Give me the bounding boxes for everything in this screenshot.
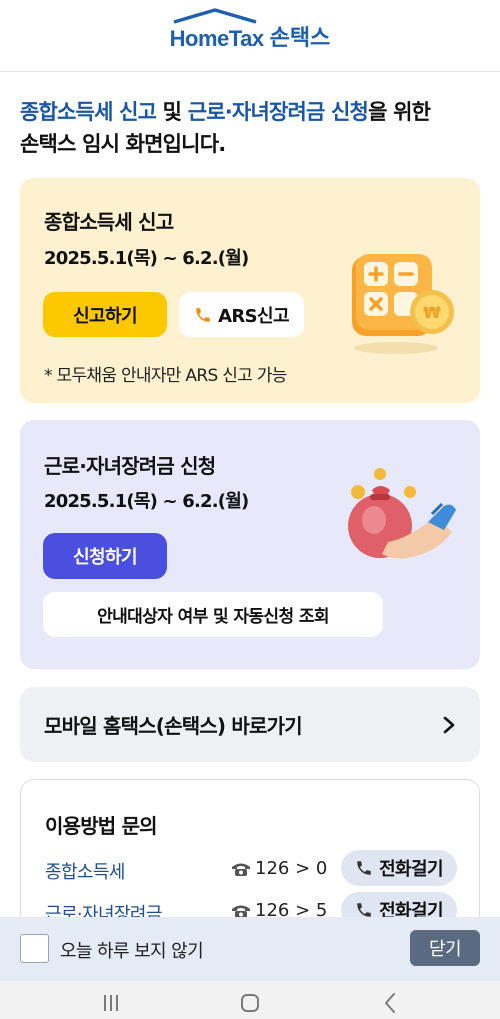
inquiry-row-label: 종합소득세 xyxy=(45,862,125,883)
inquiry-title: 이용방법 문의 xyxy=(45,814,158,838)
back-button[interactable] xyxy=(370,987,410,1017)
inquiry-row-number: 126 > 0 xyxy=(231,858,327,879)
back-icon xyxy=(385,993,395,1013)
hometax-logo[interactable]: HomeTax 손택스 xyxy=(169,7,331,52)
home-icon xyxy=(241,994,259,1012)
recent-apps-button[interactable] xyxy=(91,987,131,1017)
calculator-coin-illustration: ₩ xyxy=(352,254,454,354)
intro-income-tax: 종합소득세 신고 xyxy=(20,100,157,124)
phone-icon xyxy=(357,861,371,875)
roof-icon xyxy=(173,7,257,24)
income-tax-card: 종합소득세 신고 2025.5.1(목) ~ 6.2.(월) 신고하기 ARS신… xyxy=(20,178,480,403)
money-bag-hand-illustration xyxy=(348,468,456,559)
ars-note: * 모두채움 안내자만 ARS 신고 가능 xyxy=(44,366,287,386)
income-tax-title: 종합소득세 신고 xyxy=(44,210,174,234)
incentive-date: 2025.5.1(목) ~ 6.2.(월) xyxy=(44,491,249,512)
incentive-title: 근로·자녀장려금 신청 xyxy=(44,454,216,478)
home-button[interactable] xyxy=(230,987,270,1017)
intro-text: 종합소득세 신고 및 근로·자녀장려금 신청을 위한 손택스 임시 화면입니다. xyxy=(20,96,480,160)
chevron-right-icon xyxy=(443,716,455,733)
call-label: 전화걸기 xyxy=(379,859,443,880)
menu-icon xyxy=(104,995,118,1011)
eligibility-lookup-button[interactable]: 안내대상자 여부 및 자동신청 조회 xyxy=(43,592,383,637)
logo-korean: 손택스 xyxy=(269,25,331,51)
apply-button[interactable]: 신청하기 xyxy=(43,533,167,579)
system-navigation-bar xyxy=(0,981,500,1019)
intro-and: 및 xyxy=(156,100,188,124)
ars-label: ARS신고 xyxy=(218,305,289,327)
dont-show-today-checkbox[interactable] xyxy=(20,934,49,963)
telephone-icon xyxy=(232,863,250,876)
income-tax-date: 2025.5.1(목) ~ 6.2.(월) xyxy=(44,248,249,269)
app-header: HomeTax 손택스 xyxy=(0,0,500,72)
svg-text:₩: ₩ xyxy=(423,303,441,322)
intro-incentive: 근로·자녀장려금 신청 xyxy=(187,100,369,124)
ars-report-button[interactable]: ARS신고 xyxy=(179,292,304,337)
logo-english: HomeTax xyxy=(169,25,264,51)
phone-icon xyxy=(196,307,210,322)
close-button[interactable]: 닫기 xyxy=(410,930,480,966)
bottom-bar: 오늘 하루 보지 않기 닫기 xyxy=(0,917,500,981)
report-button[interactable]: 신고하기 xyxy=(43,292,167,337)
intro-line2: 손택스 임시 화면입니다. xyxy=(20,132,226,156)
dont-show-today-label[interactable]: 오늘 하루 보지 않기 xyxy=(60,937,204,963)
inquiry-row: 종합소득세 126 > 0 전화걸기 xyxy=(45,850,457,888)
call-button[interactable]: 전화걸기 xyxy=(341,850,457,886)
intro-for: 을 위한 xyxy=(368,100,431,124)
mobile-link-label: 모바일 홈택스(손택스) 바로가기 xyxy=(44,714,303,738)
mobile-hometax-link[interactable]: 모바일 홈택스(손택스) 바로가기 xyxy=(20,687,480,762)
incentive-card: 근로·자녀장려금 신청 2025.5.1(목) ~ 6.2.(월) 신청하기 안… xyxy=(20,420,480,669)
inquiry-number-text: 126 > 0 xyxy=(255,858,328,879)
